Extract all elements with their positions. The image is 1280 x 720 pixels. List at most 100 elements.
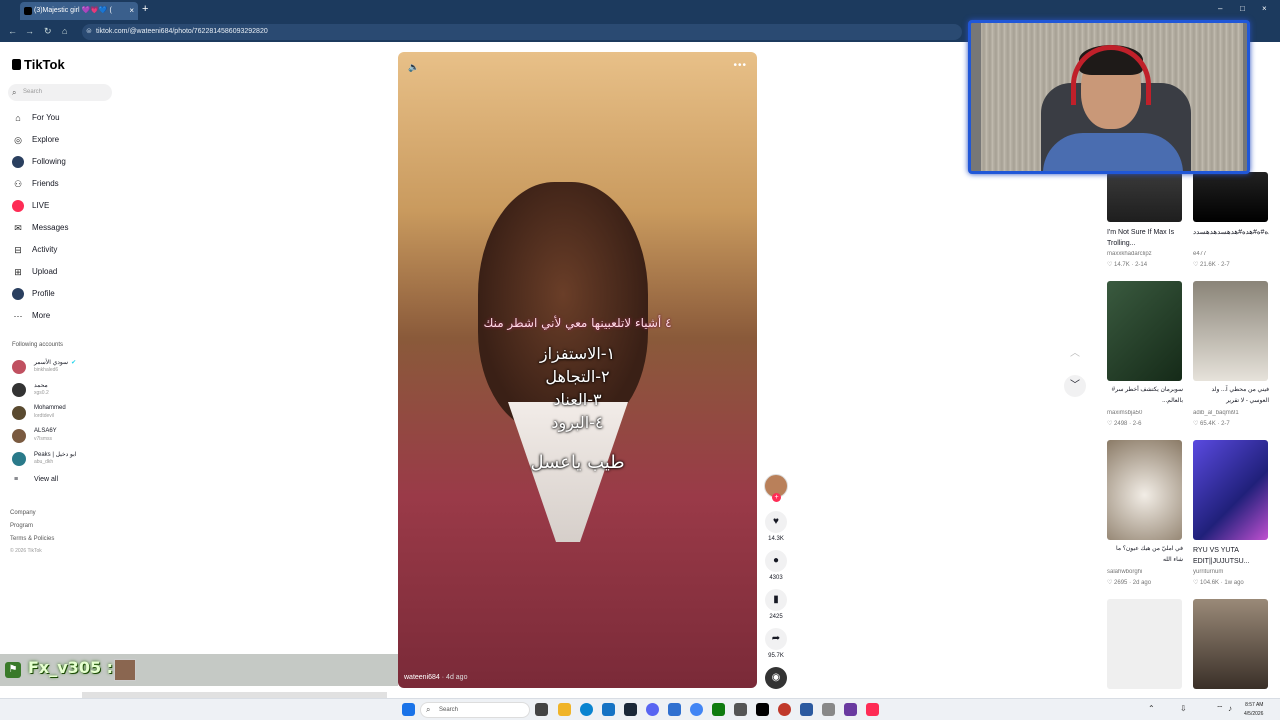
minimize-button[interactable]: –: [1218, 4, 1222, 13]
webcam-streamer-shirt: [1043, 133, 1183, 171]
tab-close-icon[interactable]: ×: [129, 2, 134, 20]
video-thumbnail[interactable]: [1107, 281, 1182, 381]
video-thumbnail-loading[interactable]: [1107, 599, 1182, 689]
thumbnail-user[interactable]: maxxkhadarclipz: [1107, 251, 1183, 257]
reload-icon[interactable]: ↻: [44, 26, 52, 37]
tiktok-icon[interactable]: [756, 703, 769, 716]
comment-icon: ●: [772, 555, 780, 566]
tray-chevron-icon[interactable]: ⌃: [1148, 704, 1155, 713]
app-icon[interactable]: [668, 703, 681, 716]
photos-icon[interactable]: [800, 703, 813, 716]
footer-link-company[interactable]: Company: [10, 510, 36, 516]
file-explorer-icon[interactable]: [558, 703, 571, 716]
nav-label: LIVE: [32, 201, 50, 210]
clock-time: 8:57 AM: [1245, 702, 1264, 708]
thumbnail-title[interactable]: عودده#ه#هده#هدهسدهدهسدد: [1193, 227, 1269, 238]
search-icon: ⌕: [426, 705, 431, 714]
system-clock[interactable]: 8:57 AM 4/5/2026: [1244, 701, 1263, 719]
chrome-icon[interactable]: [690, 703, 703, 716]
tiktok-logo[interactable]: TikTok: [12, 57, 65, 72]
forward-icon[interactable]: →: [25, 26, 34, 36]
caption-title: ٤ أشياء لاتلعبينها معي لأني اشطر منك: [483, 316, 672, 330]
thumbnail-title[interactable]: سوبرمان يكتشف أخطر سر# بالعالم...: [1107, 385, 1183, 405]
video-author-line[interactable]: wateeni684 · 4d ago: [404, 674, 467, 681]
next-video-button[interactable]: ﹀: [1064, 375, 1086, 397]
posted-time: 4d ago: [446, 674, 468, 681]
steam-icon[interactable]: [624, 703, 637, 716]
footer-link-terms[interactable]: Terms & Policies: [10, 536, 54, 542]
site-info-icon[interactable]: ⊜: [86, 24, 92, 40]
thumbnail-stats: ♡ 21.6K · 2-7: [1193, 262, 1230, 268]
video-thumbnail[interactable]: [1193, 599, 1268, 689]
more-options-icon[interactable]: •••: [733, 60, 747, 71]
thumbnail-user[interactable]: e477: [1193, 251, 1269, 257]
like-button[interactable]: ♥: [765, 511, 787, 533]
video-thumbnail[interactable]: [1193, 440, 1268, 540]
new-tab-button[interactable]: +: [142, 3, 148, 15]
search-input[interactable]: ⌕ Search: [8, 84, 112, 101]
comment-button[interactable]: ●: [765, 550, 787, 572]
nav-explore[interactable]: ◎ Explore: [12, 133, 59, 147]
follow-plus-icon[interactable]: +: [772, 493, 781, 502]
home-browser-icon[interactable]: ⌂: [62, 26, 67, 36]
thumbnail-user[interactable]: salahwborghi: [1107, 569, 1183, 575]
thumbnail-user[interactable]: yurriturnum: [1193, 569, 1269, 575]
view-all-link[interactable]: ≡ View all: [12, 476, 58, 483]
volume-tray-icon[interactable]: ♪: [1228, 704, 1232, 713]
nav-label: Friends: [32, 179, 59, 188]
nav-friends[interactable]: ⚇ Friends: [12, 177, 59, 191]
brand-name: TikTok: [24, 57, 65, 72]
nav-more[interactable]: ⋯ More: [12, 309, 51, 323]
edge-icon[interactable]: [580, 703, 593, 716]
view-all-label: View all: [34, 476, 58, 483]
thumbnail-title[interactable]: I'm Not Sure If Max Is Trolling...: [1107, 227, 1183, 249]
share-button[interactable]: ➦: [765, 628, 787, 650]
nav-activity[interactable]: ⊟ Activity: [12, 243, 57, 257]
store-icon[interactable]: [602, 703, 615, 716]
xbox-icon[interactable]: [712, 703, 725, 716]
record-icon[interactable]: [778, 703, 791, 716]
download-icon[interactable]: ⇩: [1180, 704, 1187, 713]
taskbar-search[interactable]: ⌕ Search: [420, 702, 530, 718]
windows-start-icon[interactable]: [402, 703, 415, 716]
wifi-icon[interactable]: ⌔: [1216, 704, 1224, 714]
avatar: [12, 360, 26, 374]
browser-tab[interactable]: (3)Majestic girl 💜💗💙 ( ×: [20, 2, 138, 20]
video-thumbnail[interactable]: [1107, 172, 1182, 222]
nav-messages[interactable]: ✉ Messages: [12, 221, 68, 235]
video-player[interactable]: 🔈 ••• ٤ أشياء لاتلعبينها معي لأني اشطر م…: [398, 52, 757, 688]
video-thumbnail[interactable]: [1193, 172, 1268, 222]
account-handle: lordtdevil: [34, 413, 55, 419]
close-window-button[interactable]: ×: [1262, 4, 1267, 13]
task-view-icon[interactable]: [535, 703, 548, 716]
video-thumbnail[interactable]: [1193, 281, 1268, 381]
nav-live[interactable]: LIVE: [12, 199, 49, 213]
thumbnail-stats: ♡ 65.4K · 2-7: [1193, 421, 1230, 427]
nav-upload[interactable]: ⊞ Upload: [12, 265, 57, 279]
video-thumbnail[interactable]: [1107, 440, 1182, 540]
tiktok-live-icon[interactable]: [866, 703, 879, 716]
calculator-icon[interactable]: [734, 703, 747, 716]
creator-avatar[interactable]: +: [764, 474, 788, 502]
discord-icon[interactable]: [646, 703, 659, 716]
nav-for-you[interactable]: ⌂ For You: [12, 111, 59, 125]
back-icon[interactable]: ←: [8, 26, 17, 36]
list-icon: ≡: [14, 476, 19, 483]
volume-icon[interactable]: 🔈: [408, 62, 419, 73]
url-field[interactable]: ⊜ tiktok.com/@wateeni684/photo/762281458…: [82, 24, 962, 40]
save-button[interactable]: ▮: [765, 589, 787, 611]
thumbnail-title[interactable]: في امليّ من هيك عيون؟ ما شاء الله: [1107, 544, 1183, 564]
app-purple-icon[interactable]: [844, 703, 857, 716]
nav-profile[interactable]: Profile: [12, 287, 55, 301]
sound-disc[interactable]: ◉: [765, 667, 787, 689]
thumbnail-user[interactable]: maximsbja50: [1107, 410, 1183, 416]
maximize-button[interactable]: □: [1240, 4, 1245, 13]
thumbnail-title[interactable]: RYU VS YUTA EDIT||JUJUTSU...: [1193, 545, 1269, 567]
footer-link-program[interactable]: Program: [10, 523, 33, 529]
previous-video-button[interactable]: ︿: [1064, 343, 1086, 365]
nav-following[interactable]: Following: [12, 155, 66, 169]
mouse-icon[interactable]: [822, 703, 835, 716]
thumbnail-user[interactable]: adib_al_baqmi91: [1193, 410, 1269, 416]
save-count: 2425: [769, 614, 783, 620]
thumbnail-title[interactable]: فيني من محطي آ... ولد العوسي - لا تقرير: [1193, 385, 1270, 405]
